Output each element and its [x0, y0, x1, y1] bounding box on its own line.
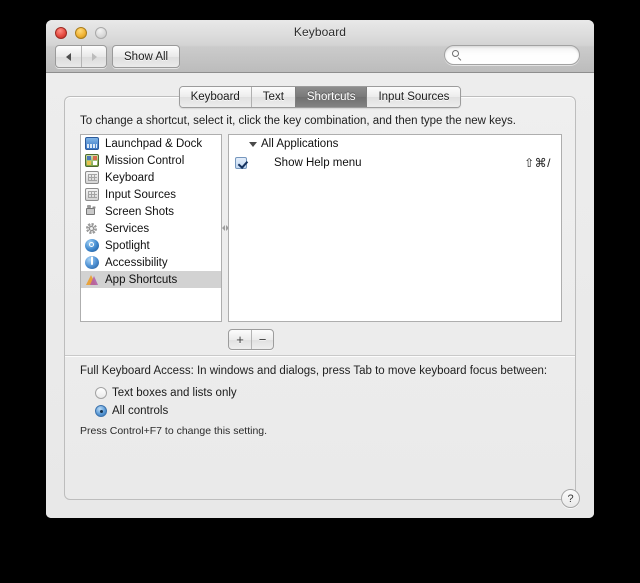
- accessibility-icon: [85, 256, 99, 269]
- category-label: Keyboard: [105, 171, 155, 184]
- help-button[interactable]: ?: [561, 489, 580, 508]
- app-shortcuts-icon: [85, 273, 99, 286]
- tab-keyboard[interactable]: Keyboard: [179, 87, 251, 107]
- category-item-keyboard[interactable]: Keyboard: [81, 169, 221, 186]
- full-keyboard-access-heading: Full Keyboard Access: In windows and dia…: [80, 365, 548, 377]
- radio-button-icon[interactable]: [95, 387, 107, 399]
- spotlight-icon: [85, 239, 99, 252]
- services-gear-icon: [85, 222, 99, 235]
- shortcut-row[interactable]: Show Help menu ⇧⌘/: [229, 153, 561, 173]
- tab-shortcuts[interactable]: Shortcuts: [294, 87, 367, 107]
- launchpad-dock-icon: [85, 137, 99, 150]
- input-sources-icon: [85, 188, 99, 201]
- shortcut-key-combination[interactable]: ⇧⌘/: [524, 156, 551, 170]
- category-item-screen-shots[interactable]: Screen Shots: [81, 203, 221, 220]
- category-label: Launchpad & Dock: [105, 137, 203, 150]
- radio-option-text-boxes[interactable]: Text boxes and lists only: [95, 384, 237, 402]
- splitter-grip-icon: [222, 225, 229, 231]
- category-list[interactable]: Launchpad & Dock Mission Control Keyboar…: [80, 134, 222, 322]
- add-shortcut-button[interactable]: +: [229, 330, 251, 349]
- tab-bar: Keyboard Text Shortcuts Input Sources: [46, 86, 594, 108]
- shortcut-list[interactable]: All Applications Show Help menu ⇧⌘/: [228, 134, 562, 322]
- category-label: Spotlight: [105, 239, 150, 252]
- search-input[interactable]: [463, 49, 579, 61]
- full-keyboard-access-options: Text boxes and lists only All controls: [95, 384, 237, 420]
- shortcut-lists: Launchpad & Dock Mission Control Keyboar…: [80, 134, 562, 322]
- remove-shortcut-button[interactable]: −: [251, 330, 273, 349]
- category-item-launchpad-dock[interactable]: Launchpad & Dock: [81, 135, 221, 152]
- category-label: App Shortcuts: [105, 273, 178, 286]
- search-field[interactable]: [444, 45, 580, 65]
- navigation-buttons: [55, 45, 107, 68]
- section-divider: [65, 355, 575, 356]
- mission-control-icon: [85, 154, 99, 167]
- preferences-window: Keyboard Show All Keyboard Text Shortcut…: [46, 20, 594, 518]
- radio-option-label: Text boxes and lists only: [112, 387, 237, 399]
- shortcuts-panel: To change a shortcut, select it, click t…: [64, 96, 576, 500]
- tab-input-sources[interactable]: Input Sources: [366, 87, 461, 107]
- window-body: Keyboard Text Shortcuts Input Sources To…: [46, 73, 594, 518]
- chevron-down-icon[interactable]: [249, 141, 257, 147]
- category-item-input-sources[interactable]: Input Sources: [81, 186, 221, 203]
- shortcut-group-header[interactable]: All Applications: [229, 135, 561, 153]
- shortcut-name: Show Help menu: [274, 157, 362, 169]
- forward-button: [81, 46, 106, 67]
- radio-option-label: All controls: [112, 405, 169, 417]
- back-arrow-icon: [66, 52, 71, 61]
- category-item-mission-control[interactable]: Mission Control: [81, 152, 221, 169]
- radio-option-all-controls[interactable]: All controls: [95, 402, 237, 420]
- add-remove-buttons: + −: [228, 329, 274, 350]
- category-item-app-shortcuts[interactable]: App Shortcuts: [81, 271, 221, 288]
- category-label: Mission Control: [105, 154, 185, 167]
- instruction-text: To change a shortcut, select it, click t…: [80, 115, 516, 127]
- category-item-accessibility[interactable]: Accessibility: [81, 254, 221, 271]
- shortcut-checkbox[interactable]: [235, 157, 247, 169]
- category-item-services[interactable]: Services: [81, 220, 221, 237]
- category-label: Screen Shots: [105, 205, 175, 218]
- screen-shots-icon: [85, 205, 99, 218]
- category-item-spotlight[interactable]: Spotlight: [81, 237, 221, 254]
- category-label: Input Sources: [105, 188, 176, 201]
- window-titlebar: Keyboard Show All: [46, 20, 594, 73]
- back-button[interactable]: [56, 46, 81, 67]
- forward-arrow-icon: [91, 52, 97, 61]
- category-label: Services: [105, 222, 150, 235]
- category-label: Accessibility: [105, 256, 168, 269]
- full-keyboard-access-note: Press Control+F7 to change this setting.: [80, 425, 268, 437]
- show-all-button[interactable]: Show All: [112, 45, 181, 68]
- shortcut-group-label: All Applications: [261, 138, 339, 150]
- window-title: Keyboard: [293, 25, 347, 39]
- radio-button-selected-icon[interactable]: [95, 405, 107, 417]
- keyboard-icon: [85, 171, 99, 184]
- search-icon: [452, 49, 463, 61]
- tab-text[interactable]: Text: [250, 87, 295, 107]
